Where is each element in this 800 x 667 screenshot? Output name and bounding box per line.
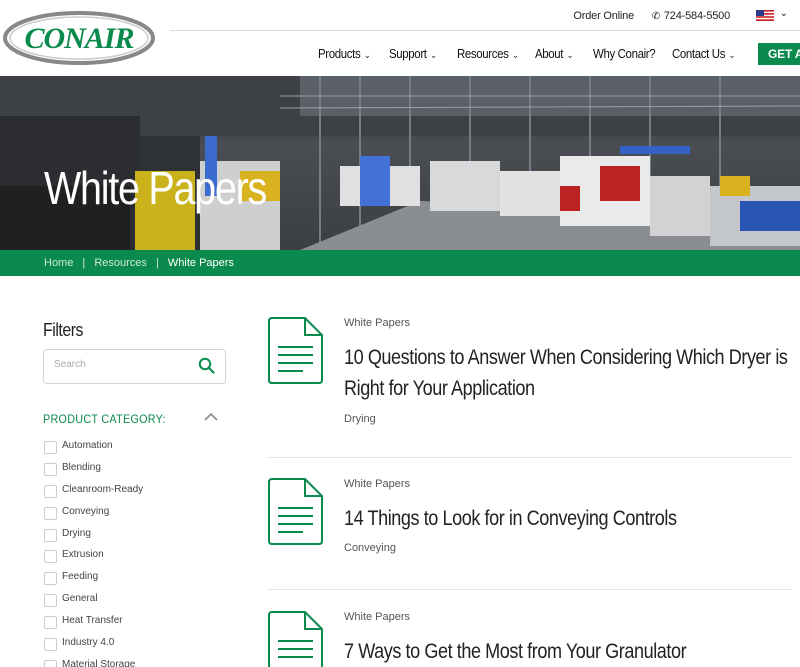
chevron-down-icon: ⌄ <box>510 50 519 60</box>
category-filter-extrusion[interactable]: Extrusion <box>43 546 233 568</box>
conair-logo[interactable]: CONAIR <box>3 10 155 66</box>
chevron-down-icon: ⌄ <box>362 50 371 60</box>
checkbox[interactable] <box>44 550 57 564</box>
nav-why-conair-label: Why Conair? <box>593 46 656 61</box>
category-label: Material Storage <box>62 658 136 667</box>
document-icon <box>268 317 323 384</box>
category-label: Conveying <box>62 505 110 517</box>
nav-products[interactable]: Products ⌄ <box>318 46 371 61</box>
category-label: Blending <box>62 461 101 473</box>
result-tag[interactable]: Drying <box>344 413 376 425</box>
nav-resources[interactable]: Resources ⌄ <box>457 46 519 61</box>
chevron-down-icon: ⌄ <box>428 50 437 60</box>
filters-heading: Filters <box>43 320 84 340</box>
phone-link[interactable]: ✆ 724-584-5500 <box>652 10 730 22</box>
category-filter-blending[interactable]: Blending <box>43 459 233 481</box>
document-icon <box>268 478 323 545</box>
checkbox[interactable] <box>44 506 57 520</box>
nav-support[interactable]: Support ⌄ <box>389 46 437 61</box>
document-icon <box>268 611 323 667</box>
checkbox[interactable] <box>44 484 57 498</box>
nav-support-label: Support <box>389 46 427 61</box>
chevron-down-icon: ⌄ <box>564 50 574 60</box>
category-filter-industry-4-0[interactable]: Industry 4.0 <box>43 634 233 656</box>
result-title[interactable]: 14 Things to Look for in Conveying Contr… <box>344 503 791 534</box>
category-label: Cleanroom-Ready <box>62 483 144 495</box>
category-label: General <box>62 593 98 605</box>
nav-resources-label: Resources <box>457 46 509 61</box>
nav-about-label: About <box>535 46 564 61</box>
checkbox[interactable] <box>44 572 57 586</box>
checkbox[interactable] <box>44 659 57 667</box>
category-filter-general[interactable]: General <box>43 590 233 612</box>
hero-banner: White Papers <box>0 76 800 250</box>
divider <box>267 589 792 590</box>
language-chevron-down-icon[interactable]: ⌄ <box>780 8 788 19</box>
nav-contact-label: Contact Us <box>672 46 726 61</box>
search-icon[interactable] <box>198 357 215 374</box>
checkbox[interactable] <box>44 616 57 630</box>
category-label: Heat Transfer <box>62 615 123 627</box>
category-label: Automation <box>62 440 113 451</box>
result-title[interactable]: 7 Ways to Get the Most from Your Granula… <box>344 636 791 667</box>
breadcrumb-current: White Papers <box>167 257 234 269</box>
result-type: White Papers <box>344 611 411 623</box>
breadcrumb-resources[interactable]: Resources <box>94 257 147 269</box>
utility-bar: Order Online ✆ 724-584-5500 ⌄ <box>170 0 800 31</box>
category-filter-automation[interactable]: Automation <box>43 437 233 459</box>
checkbox[interactable] <box>44 441 57 454</box>
checkbox[interactable] <box>44 594 57 608</box>
checkbox[interactable] <box>44 638 57 652</box>
phone-number: 724-584-5500 <box>663 10 730 22</box>
category-filter-conveying[interactable]: Conveying <box>43 503 233 525</box>
svg-text:CONAIR: CONAIR <box>24 22 133 55</box>
checkbox[interactable] <box>44 462 57 476</box>
nav-about[interactable]: About ⌄ <box>535 46 573 61</box>
phone-icon: ✆ <box>651 11 661 22</box>
filter-search-box <box>43 349 226 384</box>
category-filter-material-storage[interactable]: Material Storage <box>43 656 233 667</box>
breadcrumb-separator: | <box>155 257 159 269</box>
breadcrumb-separator: | <box>82 257 86 269</box>
category-label: Industry 4.0 <box>62 637 115 649</box>
breadcrumb-home[interactable]: Home <box>44 257 73 269</box>
category-filter-list: Automation Blending Cleanroom-Ready Conveyi… <box>43 437 233 667</box>
category-label: Drying <box>62 527 91 539</box>
nav-contact-us[interactable]: Contact Us ⌄ <box>672 46 735 61</box>
nav-why-conair[interactable]: Why Conair? <box>593 46 656 61</box>
filter-search-input[interactable] <box>54 359 184 370</box>
breadcrumb: Home | Resources | White Papers <box>0 250 800 276</box>
nav-products-label: Products <box>318 46 361 61</box>
page-title: White Papers <box>44 162 267 214</box>
product-category-heading[interactable]: PRODUCT CATEGORY: <box>43 412 166 426</box>
result-tag[interactable]: Conveying <box>344 542 396 554</box>
result-type: White Papers <box>344 478 411 490</box>
result-title[interactable]: 10 Questions to Answer When Considering … <box>344 342 791 404</box>
category-label: Extrusion <box>62 549 104 561</box>
us-flag-icon[interactable] <box>756 10 774 21</box>
result-type: White Papers <box>344 317 411 329</box>
site-header: CONAIR Order Online ✆ 724-584-5500 ⌄ Pro… <box>0 0 800 76</box>
get-a-quote-button[interactable]: GET A C <box>758 43 800 65</box>
chevron-down-icon: ⌄ <box>726 50 736 60</box>
checkbox[interactable] <box>44 528 57 542</box>
category-filter-cleanroom-ready[interactable]: Cleanroom-Ready <box>43 481 233 503</box>
category-filter-drying[interactable]: Drying <box>43 525 233 547</box>
category-filter-heat-transfer[interactable]: Heat Transfer <box>43 612 233 634</box>
category-label: Feeding <box>62 571 99 583</box>
order-online-link[interactable]: Order Online <box>573 10 634 22</box>
category-filter-feeding[interactable]: Feeding <box>43 568 233 590</box>
chevron-up-icon[interactable] <box>204 412 218 422</box>
divider <box>267 457 792 458</box>
